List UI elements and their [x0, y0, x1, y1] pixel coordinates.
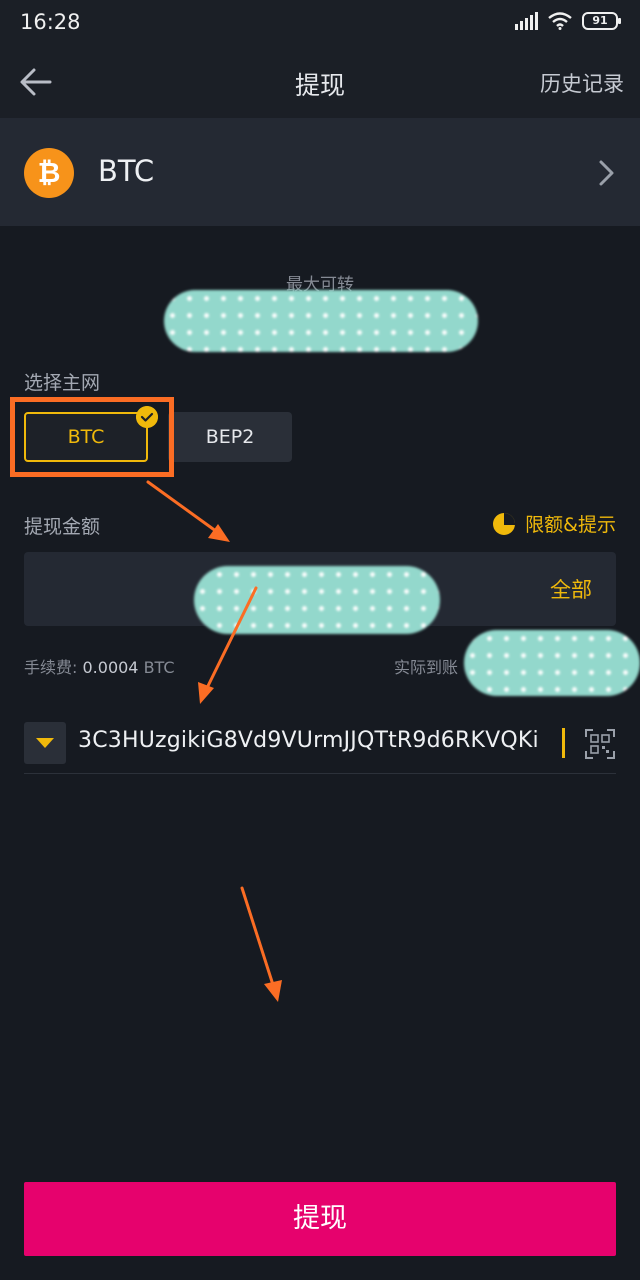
redacted-received [464, 630, 640, 696]
coin-name: BTC [98, 154, 155, 188]
fee-label: 手续费: [24, 658, 78, 677]
fee-unit: BTC [143, 658, 175, 677]
history-link[interactable]: 历史记录 [540, 68, 624, 98]
network-label: 选择主网 [24, 372, 101, 394]
received-label: 实际到账 [394, 658, 459, 677]
limits-tips-label: 限额&提示 [525, 514, 616, 536]
address-field[interactable]: 3C3HUzgikiG8Vd9VUrmJJQTtR9d6RKVQKi [24, 722, 616, 774]
battery-icon: 91 [582, 12, 621, 30]
text-cursor [562, 728, 565, 758]
status-time: 16:28 [20, 10, 81, 34]
annotation-arrow [240, 886, 282, 1002]
status-bar: 16:28 91 [0, 0, 640, 46]
network-option-bep2[interactable]: BEP2 [168, 412, 292, 462]
header: 提现 历史记录 [0, 46, 640, 118]
status-icons: 91 [515, 12, 621, 30]
fee-value: 0.0004 [82, 658, 139, 677]
all-button[interactable]: 全部 [550, 574, 592, 604]
annotation-highlight-box [10, 397, 174, 477]
address-dropdown-button[interactable] [24, 722, 66, 764]
withdraw-submit-button[interactable]: 提现 [24, 1182, 616, 1256]
pie-chart-icon [493, 512, 516, 535]
limits-tips-link[interactable]: 限额&提示 [491, 510, 616, 537]
address-input[interactable]: 3C3HUzgikiG8Vd9VUrmJJQTtR9d6RKVQKi [78, 728, 539, 753]
coin-selector[interactable]: ₿ BTC [0, 118, 640, 226]
chevron-right-icon [599, 160, 614, 186]
redacted-amount [194, 566, 440, 634]
fee-info: 手续费: 0.0004 BTC [24, 654, 175, 678]
signal-icon [515, 12, 538, 30]
amount-label: 提现金额 [24, 516, 101, 538]
wifi-icon [548, 12, 572, 30]
bitcoin-icon: ₿ [24, 148, 74, 198]
qr-scan-icon[interactable] [584, 728, 616, 760]
redacted-balance [164, 290, 478, 352]
annotation-arrow [146, 480, 230, 542]
